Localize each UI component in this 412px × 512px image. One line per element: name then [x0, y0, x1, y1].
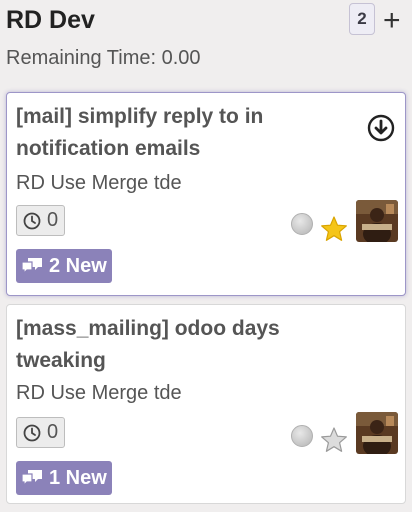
- clock-icon: [23, 424, 41, 441]
- comments-icon: [21, 258, 42, 275]
- kanban-state-dot[interactable]: [291, 425, 313, 447]
- add-task-button[interactable]: +: [383, 6, 401, 36]
- priority-star-icon[interactable]: [320, 426, 348, 454]
- task-title-line: tweaking: [16, 349, 106, 372]
- project-name: RD Use Merge tde: [16, 172, 182, 194]
- new-messages-label: 2 New: [49, 254, 107, 277]
- new-messages-badge[interactable]: 2 New: [16, 249, 112, 283]
- new-messages-badge[interactable]: 1 New: [16, 461, 112, 495]
- new-messages-label: 1 New: [49, 466, 107, 489]
- task-title: [mail] simplify reply to in notification…: [16, 101, 356, 165]
- kanban-state-dot[interactable]: [291, 213, 313, 235]
- task-title: [mass_mailing] odoo days tweaking: [16, 313, 356, 377]
- planned-hours-chip: 0: [16, 205, 65, 236]
- task-title-line: [mail] simplify reply to in: [16, 105, 264, 128]
- task-card[interactable]: [mass_mailing] odoo days tweaking RD Use…: [6, 304, 406, 504]
- assignee-avatar: [356, 200, 398, 242]
- project-name: RD Use Merge tde: [16, 382, 182, 404]
- planned-hours-value: 0: [47, 421, 59, 443]
- task-title-line: notification emails: [16, 137, 201, 160]
- task-title-line: [mass_mailing] odoo days: [16, 317, 280, 340]
- remaining-time: Remaining Time: 0.00: [6, 47, 201, 69]
- download-icon[interactable]: [367, 114, 395, 142]
- clock-icon: [23, 212, 41, 229]
- column-title: RD Dev: [6, 6, 95, 34]
- column-header: RD Dev 2 + Remaining Time: 0.00: [0, 0, 412, 84]
- planned-hours-value: 0: [47, 209, 59, 231]
- task-card[interactable]: [mail] simplify reply to in notification…: [6, 92, 406, 296]
- priority-star-icon[interactable]: [320, 215, 348, 243]
- comments-icon: [21, 470, 42, 487]
- planned-hours-chip: 0: [16, 417, 65, 448]
- task-count-badge: 2: [349, 3, 375, 35]
- assignee-avatar: [356, 412, 398, 454]
